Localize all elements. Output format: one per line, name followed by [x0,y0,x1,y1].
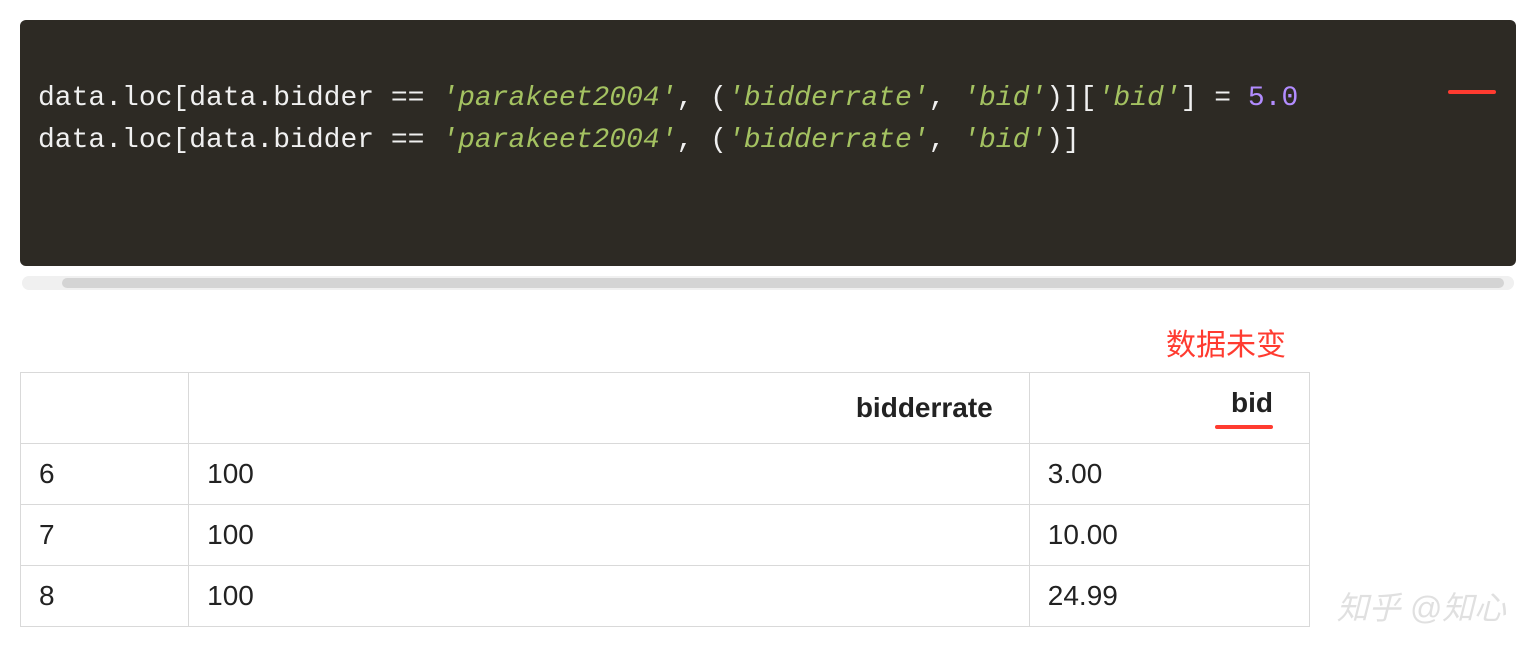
code-text: , ( [677,83,727,114]
code-string: 'bidderrate' [727,83,929,114]
cell-bid: 10.00 [1029,505,1309,566]
cell-bidderrate: 100 [189,444,1030,505]
code-line-1: data.loc[data.bidder == 'parakeet2004', … [38,83,1298,114]
code-text: ] = [1181,83,1248,114]
code-string: 'bidderrate' [727,125,929,156]
table-row: 8 100 24.99 [21,566,1310,627]
cell-index: 8 [21,566,189,627]
code-block: data.loc[data.bidder == 'parakeet2004', … [20,20,1516,266]
cell-index: 6 [21,444,189,505]
table-row: 7 100 10.00 [21,505,1310,566]
code-string: 'bid' [962,125,1046,156]
code-text: , [929,125,963,156]
code-line-2: data.loc[data.bidder == 'parakeet2004', … [38,125,1080,156]
code-text: )] [1046,125,1080,156]
code-text: )][ [1046,83,1096,114]
annotation-row: 数据未变 [20,320,1516,364]
scrollbar-thumb[interactable] [62,278,1504,288]
page-root: data.loc[data.bidder == 'parakeet2004', … [0,0,1536,647]
annotation-text: 数据未变 [1166,329,1286,362]
code-text: , ( [677,125,727,156]
watermark: 知乎 @知心 [1337,583,1506,629]
cell-bidderrate: 100 [189,566,1030,627]
underline-annotation-icon [1448,90,1496,94]
code-number: 5.0 [1248,83,1298,114]
table-header-index [21,373,189,444]
underline-annotation-icon [1215,425,1273,429]
code-string: 'bid' [962,83,1046,114]
table-row: 6 100 3.00 [21,444,1310,505]
cell-bidderrate: 100 [189,505,1030,566]
table-header-bid-label: bid [1231,387,1273,418]
dataframe-table: bidderrate bid 6 100 3.00 7 100 10.00 8 … [20,372,1310,627]
table-header-bid: bid [1029,373,1309,444]
cell-bid: 24.99 [1029,566,1309,627]
code-text: data.loc[data.bidder == [38,83,441,114]
code-string: 'parakeet2004' [441,83,676,114]
cell-index: 7 [21,505,189,566]
cell-bid: 3.00 [1029,444,1309,505]
table-header-bidderrate: bidderrate [189,373,1030,444]
code-string: 'parakeet2004' [441,125,676,156]
code-text: data.loc[data.bidder == [38,125,441,156]
code-string: 'bid' [1097,83,1181,114]
code-text: , [929,83,963,114]
table-header-row: bidderrate bid [21,373,1310,444]
scrollbar-horizontal[interactable] [22,276,1514,290]
